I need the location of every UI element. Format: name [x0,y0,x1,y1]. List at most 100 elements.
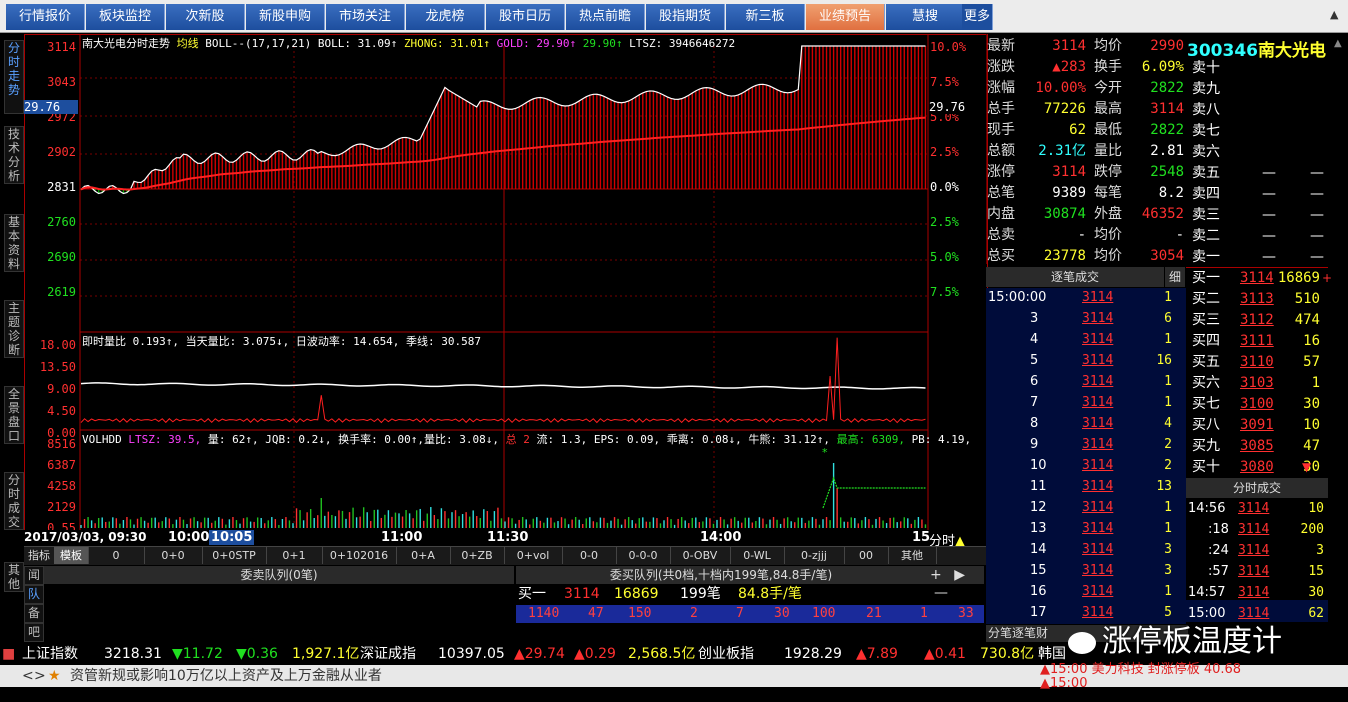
quote-label: 均价 [1094,38,1122,54]
star-icon[interactable]: ★ [48,665,61,687]
tab-12[interactable]: 更多 [962,4,993,30]
buy-level-label: 买二 [1192,291,1220,307]
ticks-detail-button[interactable]: 细 [1165,267,1185,287]
tab-5[interactable]: 龙虎榜 [406,4,485,30]
indicator-tab-15[interactable]: 00 [844,547,889,564]
bottom-tab-0[interactable]: 闻 [24,566,44,585]
indicator-tab-2[interactable]: 0 [88,547,145,564]
chart-date: 2017/03/03, 09:30 [24,530,147,544]
left-tab-0[interactable]: 分时走势 [4,40,24,114]
indicator-tab-12[interactable]: 0-OBV [670,547,731,564]
left-tab-4[interactable]: 全景盘口 [4,386,24,444]
quote-label: 涨幅 [987,80,1015,96]
news-text[interactable]: 资管新规或影响10万亿以上资产及上万金融从业者 [70,665,382,687]
indicator-tab-0[interactable]: 指标 [24,547,55,564]
quote-label: 均价 [1094,248,1122,264]
tick-volume: 2 [1164,437,1172,452]
cy-name[interactable]: 创业板指 [698,644,754,664]
next-icon[interactable]: > [34,665,46,687]
indicator-tab-6[interactable]: 0+102016 [322,547,397,564]
order-entry: 33 [958,606,974,621]
tick-time: 15 [1030,563,1047,578]
tick-time: 14 [1030,542,1047,557]
buy-level-volume: 30 [1303,396,1320,412]
tab-10[interactable]: 业绩预告 [806,4,885,30]
quote-value: 2.81 [1150,143,1184,159]
tick-time: 13 [1030,521,1047,536]
quote-label: 现手 [987,122,1015,138]
buy-level-volume: 16869 [1277,270,1320,286]
indicator-tab-3[interactable]: 0+0 [144,547,203,564]
tick-price: 3114 [1082,437,1114,452]
tab-0[interactable]: 行情报价 [6,4,85,30]
indicator-tab-4[interactable]: 0+0STP [202,547,267,564]
sh-amount: 1,927.1亿 [292,646,360,662]
tick-price: 3114 [1082,542,1114,557]
buy-level-volume: 47 [1303,438,1320,454]
left-tab-5[interactable]: 分时成交 [4,472,24,530]
stock-name: 南大光电 [1257,41,1326,61]
sz-name[interactable]: 深证成指 [360,644,416,664]
sh-name[interactable]: 上证指数 [22,644,78,664]
left-tab-2[interactable]: 基本资料 [4,214,24,272]
left-tab-1[interactable]: 技术分析 [4,126,24,184]
bottom-tab-3[interactable]: 吧 [24,623,44,642]
mode-label[interactable]: 分时▲ [929,530,985,549]
scroll-up-icon[interactable]: ▲ [1330,8,1344,26]
indicator-tab-10[interactable]: 0-0 [562,547,617,564]
indicator-tab-16[interactable]: 其他 [888,547,937,564]
buy-level-label: 买七 [1192,396,1220,412]
indicator-tab-8[interactable]: 0+ZB [450,547,505,564]
tab-2[interactable]: 次新股 [166,4,245,30]
quote-label: 量比 [1094,143,1122,159]
left-tab-3[interactable]: 主题诊断 [4,300,24,358]
sz-amount: 2,568.5亿 [628,646,696,662]
indicator-tab-5[interactable]: 0+1 [266,547,323,564]
quote-value: 2.31亿 [1038,143,1086,159]
fen-header[interactable]: 分时成交 [1186,478,1328,498]
indicator-tab-11[interactable]: 0-0-0 [616,547,671,564]
bottom-tab-1[interactable]: 队 [24,585,44,604]
tick-price: 3114 [1082,584,1114,599]
tab-3[interactable]: 新股申购 [246,4,325,30]
sell-level-volume: — [1310,249,1324,265]
quote-label: 今开 [1094,80,1122,96]
tick-time: 6 [1030,374,1039,389]
indicator-tab-1[interactable]: 模板 [54,547,89,564]
indicator-tab-9[interactable]: 0+vol [504,547,563,564]
buy-queue-title: 委买队列(共0档,十档内199笔,84.8手/笔) [516,566,926,584]
add-icon[interactable]: + [930,567,942,583]
buy-level-price: 3111 [1240,333,1274,349]
quote-label: 总额 [987,143,1015,159]
tab-1[interactable]: 板块监控 [86,4,165,30]
sell-level-label: 卖六 [1192,144,1220,160]
quote-value: 10.00% [1035,80,1086,96]
b1-avg: 84.8手/笔 [738,586,802,602]
buy-level-price: 3113 [1240,291,1274,307]
tab-4[interactable]: 市场关注 [326,4,405,30]
play-icon[interactable]: ▶ [954,567,965,583]
tab-7[interactable]: 热点前瞻 [566,4,645,30]
bottom-tab-2[interactable]: 备 [24,604,44,623]
prev-icon[interactable]: < [22,665,34,687]
buy-level-volume: 474 [1294,312,1320,328]
fen-price: 3114 [1238,522,1270,537]
indicator-dotted-line [822,476,926,509]
alert-line2[interactable]: ▲15:00 [1040,677,1087,691]
indicator-tab-14[interactable]: 0-zjjj [784,547,845,564]
tab-11[interactable]: 慧搜 [886,4,965,30]
tab-9[interactable]: 新三板 [726,4,805,30]
indicator-tab-13[interactable]: 0-WL [730,547,785,564]
kr-name[interactable]: 韩国 [1038,644,1066,664]
volume-ratio-line [80,382,926,390]
alert-line1[interactable]: ▲15:00 美力科技 封涨停板 40.68 [1040,663,1241,677]
left-tab-6[interactable]: 其他 [4,562,24,592]
tick-price: 3114 [1082,416,1114,431]
tab-8[interactable]: 股指期货 [646,4,725,30]
sell-level-volume: — [1310,228,1324,244]
tab-6[interactable]: 股市日历 [486,4,565,30]
indicator-tab-7[interactable]: 0+A [396,547,451,564]
ticks-header[interactable]: 逐笔成交 [986,267,1164,287]
intraday-chart[interactable]: * [24,34,986,544]
panel-close-icon[interactable]: ▲ [1334,38,1342,49]
